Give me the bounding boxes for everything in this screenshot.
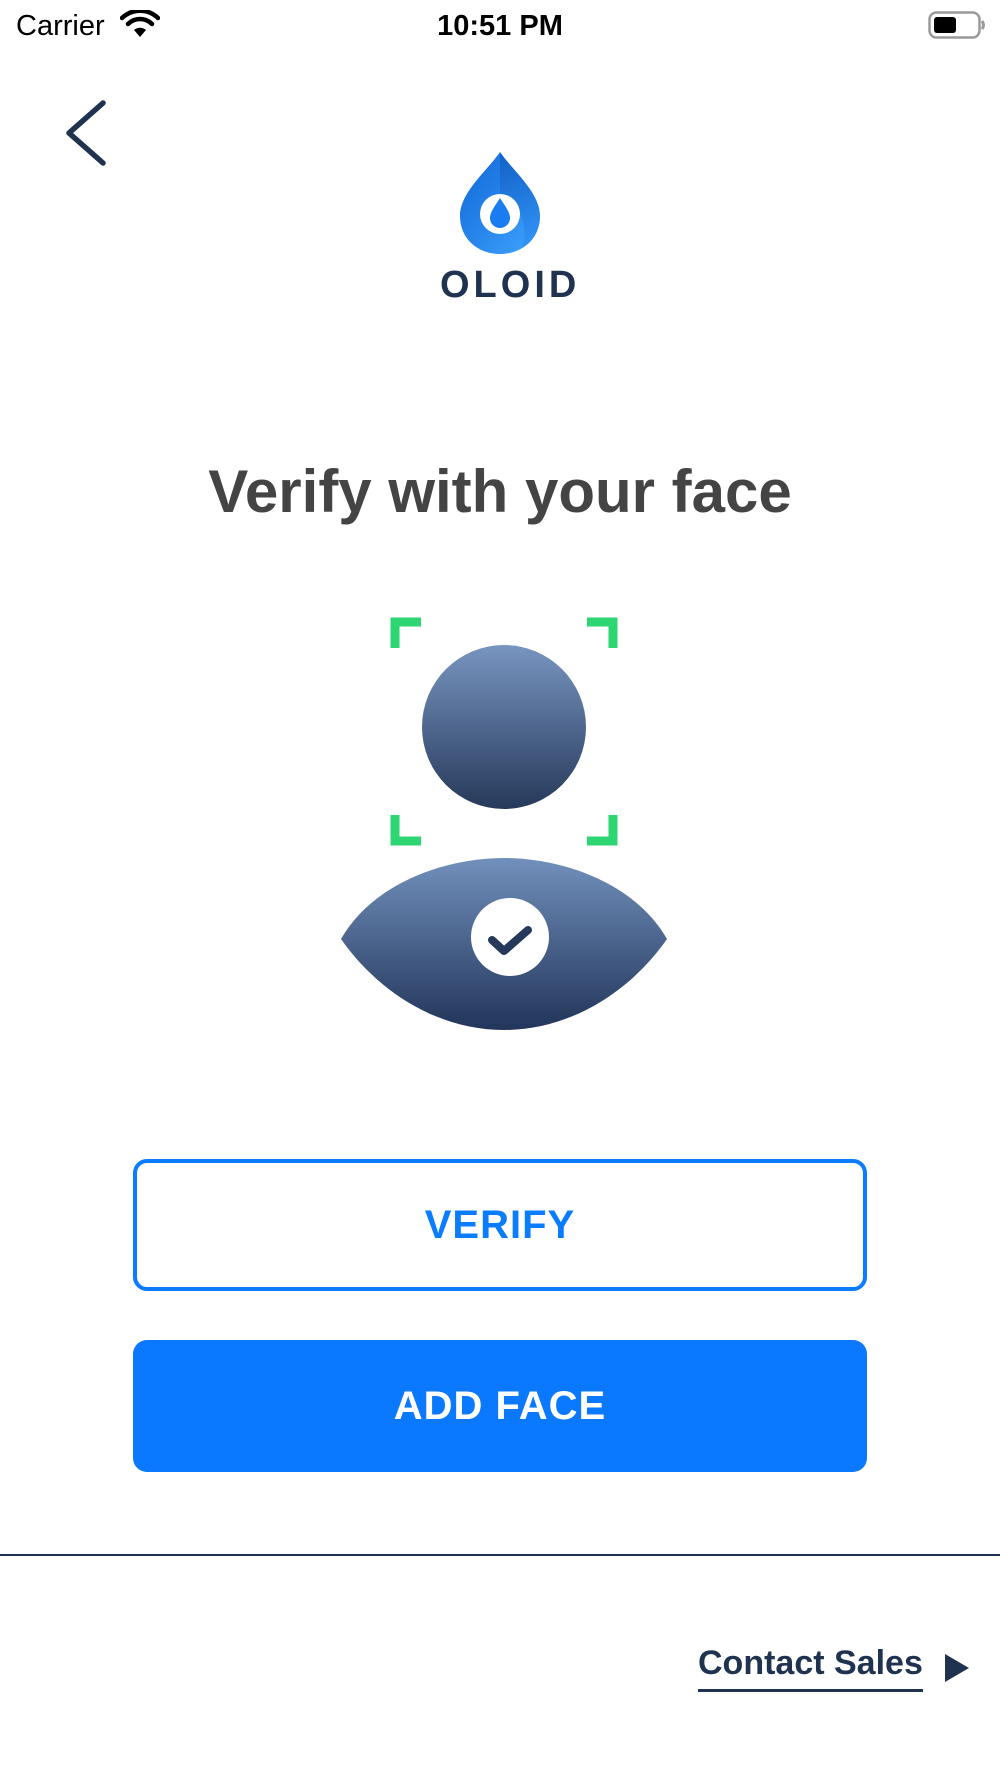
logo-text: OLOID bbox=[440, 264, 581, 306]
battery-icon bbox=[928, 11, 985, 39]
chevron-left-icon bbox=[66, 100, 106, 166]
clock-label: 10:51 PM bbox=[437, 10, 563, 42]
droplet-logo-icon bbox=[460, 152, 540, 254]
status-bar: Carrier 10:51 PM bbox=[0, 0, 1000, 50]
verify-button-label: VERIFY bbox=[424, 1202, 576, 1247]
page-title: Verify with your face bbox=[208, 458, 792, 525]
footer-divider bbox=[0, 1554, 1000, 1556]
contact-sales-link[interactable]: Contact Sales bbox=[698, 1644, 969, 1694]
back-button[interactable] bbox=[55, 95, 115, 175]
add-face-button-label: ADD FACE bbox=[393, 1383, 607, 1428]
check-badge bbox=[471, 898, 549, 976]
oloid-logo: OLOID bbox=[440, 150, 581, 310]
contact-sales-label: Contact Sales bbox=[698, 1644, 923, 1692]
play-arrow-icon bbox=[945, 1654, 969, 1682]
add-face-button[interactable]: ADD FACE bbox=[133, 1340, 867, 1472]
face-scan-illustration bbox=[341, 617, 667, 1030]
verify-button[interactable]: VERIFY bbox=[133, 1159, 867, 1291]
head-shape bbox=[422, 645, 586, 809]
